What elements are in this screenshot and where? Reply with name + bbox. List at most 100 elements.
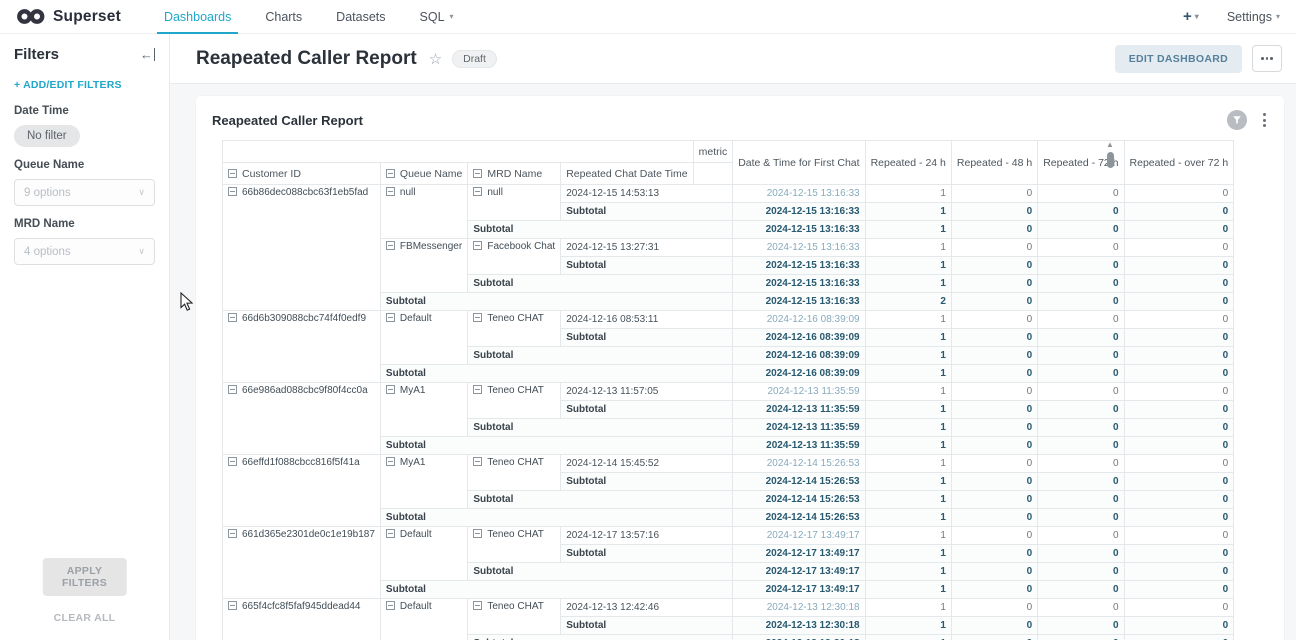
subtotal-value-cell: 0 — [1124, 365, 1234, 383]
subtotal-label-cell: Subtotal — [468, 635, 733, 640]
metric-column-header: Repeated - 48 h — [951, 141, 1037, 185]
add-edit-filters-label: ADD/EDIT FILTERS — [23, 79, 122, 91]
subtotal-value-cell: 0 — [1124, 293, 1234, 311]
collapse-icon[interactable] — [228, 169, 237, 178]
filter-label: MRD Name — [14, 218, 155, 230]
row-header-cell: 66effd1f088cbcc816f5f41a — [223, 455, 381, 527]
subtotal-label-cell: Subtotal — [468, 419, 733, 437]
pivot-table-container: metricDate & Time for First ChatRepeated… — [222, 140, 1234, 640]
subtotal-label-cell: Subtotal — [468, 563, 733, 581]
collapse-icon[interactable] — [473, 169, 482, 178]
subtotal-value-cell: 0 — [1038, 275, 1124, 293]
collapse-icon[interactable] — [386, 601, 395, 610]
subtotal-value-cell: 1 — [865, 509, 951, 527]
subtotal-value-cell: 0 — [951, 491, 1037, 509]
collapse-icon[interactable] — [473, 385, 482, 394]
pivot-table: metricDate & Time for First ChatRepeated… — [222, 140, 1234, 640]
value-cell: 1 — [865, 311, 951, 329]
subtotal-value-cell: 0 — [1038, 491, 1124, 509]
subtotal-value-cell: 0 — [1038, 437, 1124, 455]
collapse-icon[interactable] — [473, 313, 482, 322]
new-item-button[interactable]: + ▾ — [1183, 8, 1199, 25]
collapse-icon[interactable] — [473, 601, 482, 610]
superset-brand[interactable]: Superset — [16, 8, 121, 26]
chart-options-menu[interactable] — [1261, 111, 1268, 129]
filter-value-pill[interactable]: No filter — [14, 125, 80, 147]
row-header-cell: MyA1 — [380, 383, 467, 437]
collapse-icon[interactable] — [228, 187, 237, 196]
collapse-icon[interactable] — [386, 529, 395, 538]
apply-filters-button[interactable]: APPLY FILTERS — [42, 558, 127, 596]
edit-dashboard-button[interactable]: EDIT DASHBOARD — [1115, 45, 1242, 73]
collapse-icon[interactable] — [386, 385, 395, 394]
subtotal-value-cell: 0 — [1124, 473, 1234, 491]
collapse-icon[interactable] — [473, 529, 482, 538]
subtotal-value-cell: 0 — [1038, 203, 1124, 221]
collapse-icon[interactable] — [228, 457, 237, 466]
collapse-icon[interactable] — [473, 187, 482, 196]
collapse-sidebar-icon[interactable]: ← — [140, 48, 155, 61]
clear-all-button[interactable]: CLEAR ALL — [54, 612, 116, 624]
collapse-icon[interactable] — [228, 385, 237, 394]
subtotal-value-cell: 1 — [865, 221, 951, 239]
collapse-icon[interactable] — [386, 457, 395, 466]
subtotal-value-cell: 0 — [1124, 347, 1234, 365]
row-header-cell: 66e986ad088cbc9f80f4cc0a — [223, 383, 381, 455]
add-edit-filters-button[interactable]: + ADD/EDIT FILTERS — [0, 67, 169, 93]
chart-title: Reapeated Caller Report — [212, 113, 363, 128]
row-header-cell: 665f4cfc8f5faf945ddead44 — [223, 599, 381, 640]
value-cell: 0 — [1124, 599, 1234, 617]
row-header-cell: Facebook Chat — [468, 239, 561, 275]
subtotal-value-cell: 0 — [1124, 257, 1234, 275]
collapse-icon[interactable] — [386, 313, 395, 322]
plus-icon: + — [1183, 8, 1192, 25]
first-chat-date-cell: 2024-12-17 13:49:17 — [733, 527, 865, 545]
subtotal-label-cell: Subtotal — [380, 581, 732, 599]
table-row: 66d6b309088cbc74f4f0edf9DefaultTeneo CHA… — [223, 311, 1234, 329]
collapse-icon[interactable] — [473, 241, 482, 250]
scrollbar-thumb[interactable] — [1107, 152, 1114, 168]
main-area: Reapeated Caller Report ☆ Draft EDIT DAS… — [170, 34, 1296, 640]
first-chat-date-cell: 2024-12-15 13:16:33 — [733, 239, 865, 257]
value-cell: 1 — [865, 185, 951, 203]
table-row: 665f4cfc8f5faf945ddead44DefaultTeneo CHA… — [223, 599, 1234, 617]
collapse-icon[interactable] — [386, 187, 395, 196]
collapse-icon[interactable] — [473, 457, 482, 466]
nav-item-dashboards[interactable]: Dashboards — [147, 0, 248, 34]
favorite-star-icon[interactable]: ☆ — [429, 50, 442, 68]
subtotal-value-cell: 0 — [951, 293, 1037, 311]
first-chat-subtotal-cell: 2024-12-13 12:30:18 — [733, 635, 865, 640]
row-header-cell: Default — [380, 527, 467, 581]
subtotal-value-cell: 1 — [865, 437, 951, 455]
collapse-icon[interactable] — [228, 313, 237, 322]
nav-item-sql[interactable]: SQL▾ — [403, 0, 471, 34]
dashboard-more-button[interactable] — [1252, 45, 1282, 72]
settings-menu[interactable]: Settings ▾ — [1227, 10, 1280, 24]
subtotal-value-cell: 0 — [951, 617, 1037, 635]
applied-filters-indicator-icon[interactable] — [1227, 110, 1247, 130]
collapse-icon[interactable] — [386, 169, 395, 178]
filter-select[interactable]: 4 options∨ — [14, 238, 155, 265]
scroll-up-icon[interactable]: ▲ — [1106, 140, 1114, 150]
nav-item-charts[interactable]: Charts — [248, 0, 319, 34]
subtotal-value-cell: 0 — [1124, 509, 1234, 527]
first-chat-date-cell: 2024-12-14 15:26:53 — [733, 455, 865, 473]
subtotal-label-cell: Subtotal — [380, 509, 732, 527]
table-row: 66e986ad088cbc9f80f4cc0aMyA1Teneo CHAT20… — [223, 383, 1234, 401]
subtotal-value-cell: 0 — [1124, 491, 1234, 509]
collapse-icon[interactable] — [228, 601, 237, 610]
subtotal-value-cell: 0 — [1038, 563, 1124, 581]
chevron-down-icon: ∨ — [138, 187, 145, 198]
first-chat-subtotal-cell: 2024-12-16 08:39:09 — [733, 329, 865, 347]
filter-select[interactable]: 9 options∨ — [14, 179, 155, 206]
collapse-icon[interactable] — [228, 529, 237, 538]
table-scrollbar[interactable]: ▲ — [1104, 140, 1116, 168]
nav-item-datasets[interactable]: Datasets — [319, 0, 402, 34]
value-cell: 0 — [951, 311, 1037, 329]
chart-card: Reapeated Caller Report metricDate & Tim… — [196, 96, 1284, 640]
metric-column-header: Date & Time for First Chat — [733, 141, 865, 185]
subtotal-label-cell: Subtotal — [380, 365, 732, 383]
collapse-icon[interactable] — [386, 241, 395, 250]
row-attr-header: Customer ID — [223, 163, 381, 185]
subtotal-value-cell: 0 — [951, 437, 1037, 455]
